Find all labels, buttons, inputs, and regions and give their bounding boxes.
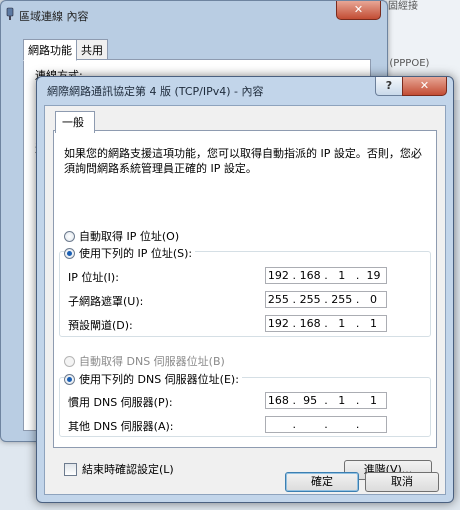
radio-icon	[64, 230, 75, 242]
use-ip-manual-label: 使用下列的 IP 位址(S):	[79, 247, 193, 260]
ip-address-label: IP 位址(I):	[68, 271, 119, 284]
general-tab-panel: 如果您的網路支援這項功能，您可以取得自動指派的 IP 設定。否則，您必須詢問網路…	[53, 130, 437, 480]
description-text: 如果您的網路支援這項功能，您可以取得自動指派的 IP 設定。否則，您必須詢問網路…	[64, 147, 422, 175]
checkbox-icon	[64, 462, 77, 476]
subnet-mask-label: 子網路遮罩(U):	[68, 295, 144, 308]
network-icon	[6, 7, 14, 20]
cancel-button[interactable]: 取消	[365, 472, 439, 492]
ok-button[interactable]: 確定	[285, 472, 359, 492]
default-gateway-label: 預設閘道(D):	[68, 319, 133, 332]
preferred-dns-label: 慣用 DNS 伺服器(P):	[68, 396, 173, 409]
obtain-ip-auto-radio[interactable]: 自動取得 IP 位址(O)	[64, 228, 179, 244]
octet: 0	[369, 293, 377, 306]
use-dns-manual-label: 使用下列的 DNS 伺服器位址(E):	[79, 373, 239, 386]
octet: 192	[267, 269, 289, 282]
alternate-dns-input[interactable]: . . .	[265, 416, 387, 433]
octet: 168	[267, 394, 289, 407]
back-window-title: 區域連線 內容	[19, 10, 89, 23]
tab-sharing[interactable]: 共用	[76, 39, 108, 61]
octet: 255	[331, 293, 353, 306]
octet: 1	[338, 317, 346, 330]
validate-on-exit-checkbox[interactable]: 結束時確認設定(L)	[64, 461, 174, 477]
octet: 1	[369, 394, 377, 407]
radio-selected-icon	[64, 247, 75, 259]
help-button[interactable]: ?	[375, 77, 403, 96]
octet: 192	[267, 317, 289, 330]
back-tab-strip: 網路功能 共用	[23, 39, 108, 61]
window-title: 網際網路通訊協定第 4 版 (TCP/IPv4) - 內容	[47, 85, 264, 98]
tab-networking[interactable]: 網路功能	[23, 39, 77, 61]
tcpipv4-properties-window: 網際網路通訊協定第 4 版 (TCP/IPv4) - 內容 ? ✕ 一般 如果您…	[36, 76, 454, 503]
radio-icon	[64, 355, 75, 367]
octet: 1	[338, 269, 346, 282]
default-gateway-input[interactable]: 192. 168. 1. 1	[265, 315, 387, 332]
ip-address-input[interactable]: 192. 168. 1. 19	[265, 267, 387, 284]
obtain-dns-auto-radio[interactable]: 自動取得 DNS 伺服器位址(B)	[64, 353, 225, 369]
octet: 168	[299, 317, 321, 330]
octet: 19	[366, 269, 381, 282]
octet: 168	[299, 269, 321, 282]
octet: 255	[267, 293, 289, 306]
octet: 1	[369, 317, 377, 330]
preferred-dns-input[interactable]: 168. 95. 1. 1	[265, 392, 387, 409]
alternate-dns-label: 其他 DNS 伺服器(A):	[68, 420, 174, 433]
close-button[interactable]: ✕	[402, 77, 447, 96]
validate-on-exit-label: 結束時確認設定(L)	[82, 463, 174, 476]
use-dns-manual-radio[interactable]: 使用下列的 DNS 伺服器位址(E):	[64, 371, 242, 387]
obtain-dns-auto-label: 自動取得 DNS 伺服器位址(B)	[79, 355, 225, 368]
tab-general[interactable]: 一般	[55, 111, 95, 133]
octet: 1	[338, 394, 346, 407]
radio-selected-icon	[64, 373, 75, 385]
octet: 95	[303, 394, 318, 407]
use-ip-manual-radio[interactable]: 使用下列的 IP 位址(S):	[64, 245, 196, 261]
dialog-client-area: 一般 如果您的網路支援這項功能，您可以取得自動指派的 IP 設定。否則，您必須詢…	[44, 105, 446, 495]
obtain-ip-auto-label: 自動取得 IP 位址(O)	[79, 230, 180, 243]
back-close-button[interactable]: ✕	[336, 1, 381, 20]
octet: 255	[299, 293, 321, 306]
subnet-mask-input[interactable]: 255. 255. 255. 0	[265, 291, 387, 308]
